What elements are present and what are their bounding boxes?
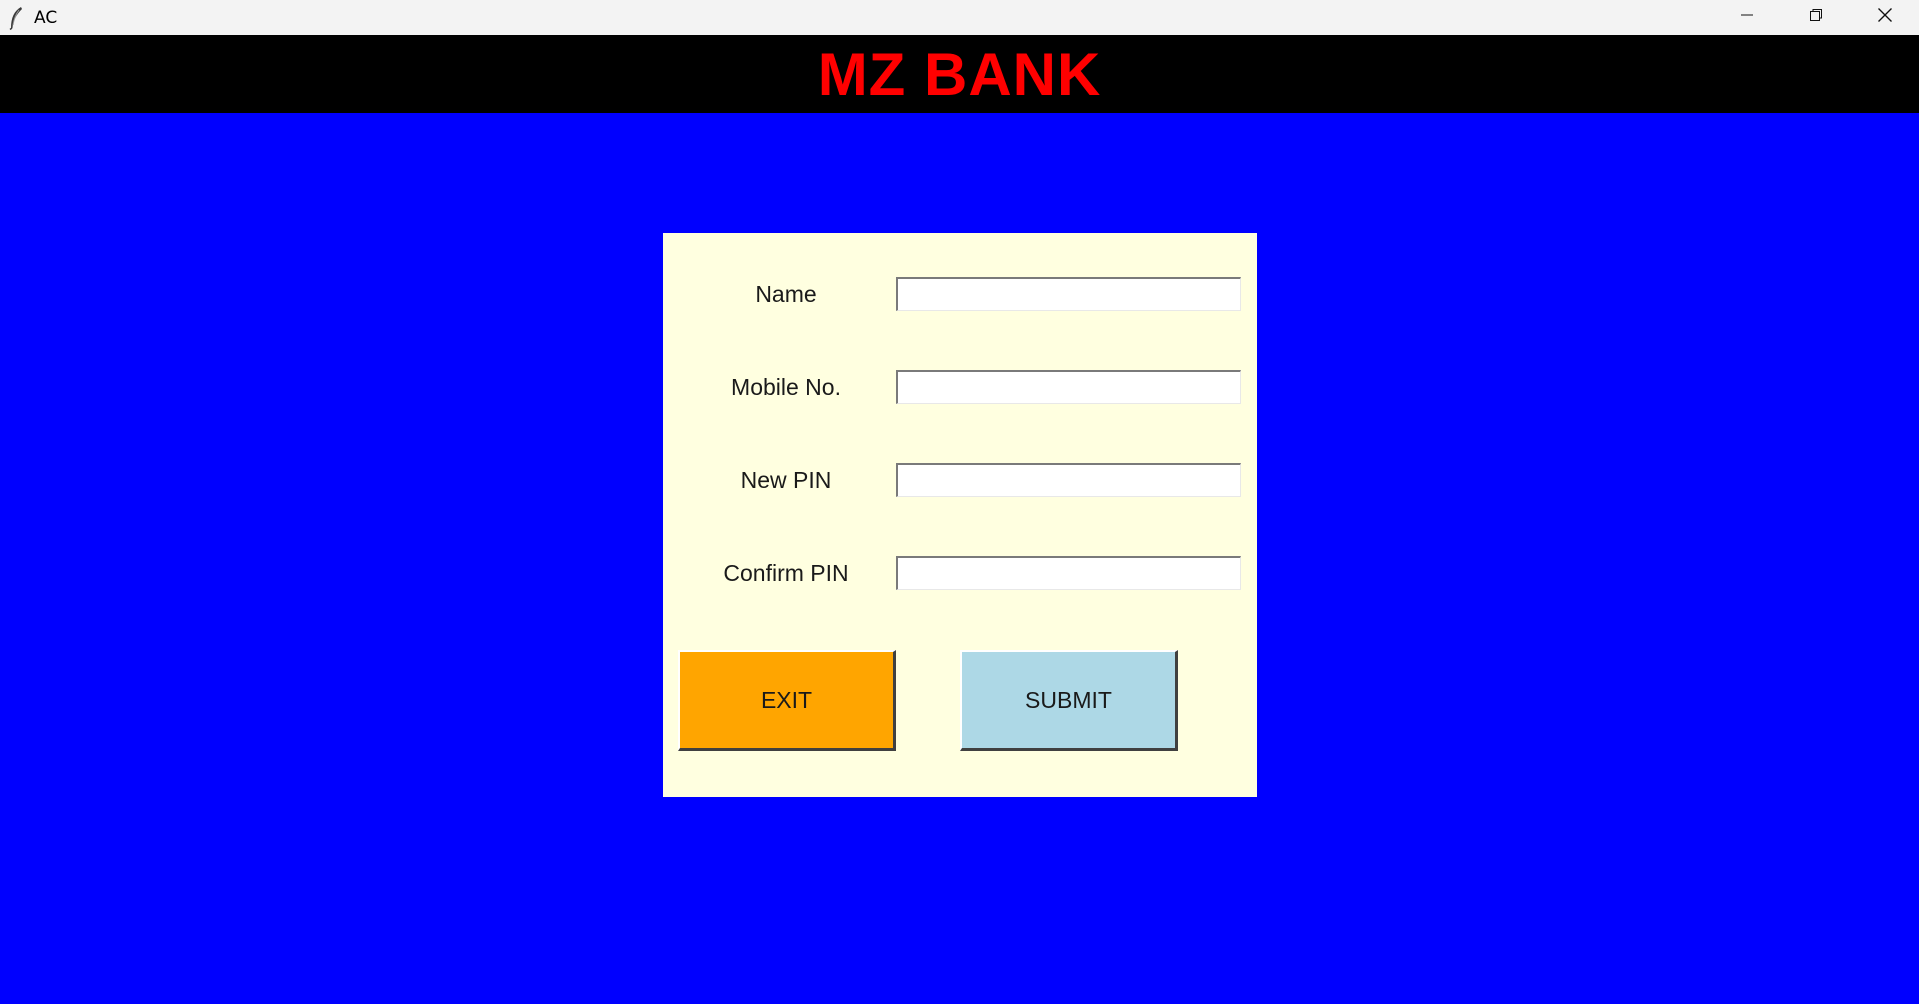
new-pin-input[interactable] — [896, 463, 1241, 497]
submit-button[interactable]: SUBMIT — [960, 650, 1178, 751]
bank-title: MZ BANK — [817, 40, 1102, 108]
bank-header: MZ BANK — [0, 35, 1919, 113]
restore-icon — [1809, 8, 1823, 27]
minimize-icon — [1740, 8, 1754, 27]
confirm-pin-label: Confirm PIN — [723, 560, 849, 586]
new-pin-label: New PIN — [740, 467, 832, 493]
feather-icon — [6, 6, 26, 30]
window-titlebar: AC — [0, 0, 1919, 35]
close-button[interactable] — [1850, 0, 1919, 35]
name-label: Name — [755, 281, 817, 307]
close-icon — [1877, 7, 1893, 28]
mobile-input[interactable] — [896, 370, 1241, 404]
confirm-pin-input[interactable] — [896, 556, 1241, 590]
restore-button[interactable] — [1781, 0, 1850, 35]
name-input[interactable] — [896, 277, 1241, 311]
exit-button[interactable]: EXIT — [678, 650, 896, 751]
minimize-button[interactable] — [1712, 0, 1781, 35]
mobile-label: Mobile No. — [731, 374, 841, 400]
window-title: AC — [34, 7, 58, 28]
account-form: Name Mobile No. New PIN Confirm PIN EXIT… — [663, 233, 1257, 797]
